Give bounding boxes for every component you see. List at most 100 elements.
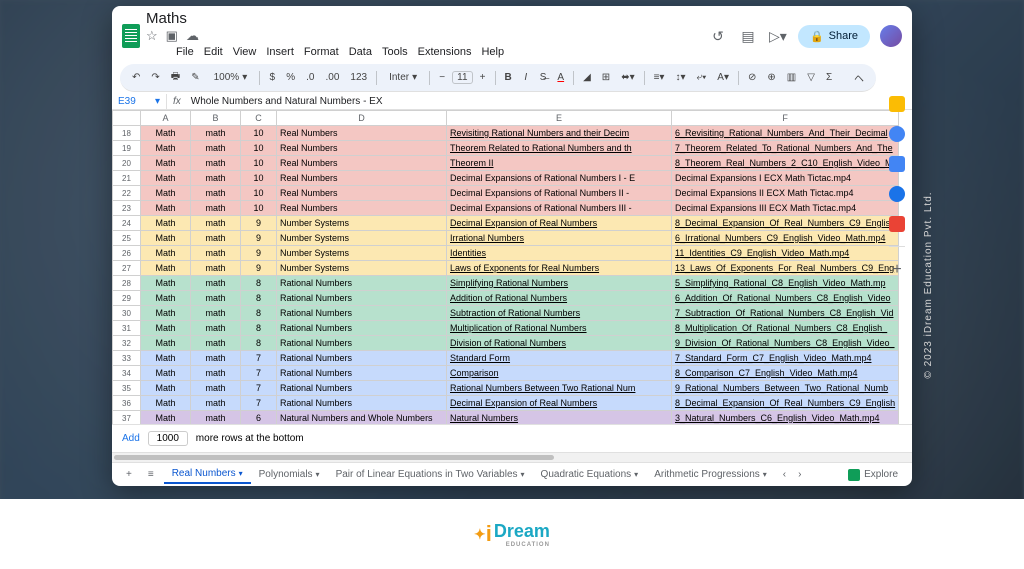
cell[interactable]: Math bbox=[141, 411, 191, 425]
cell[interactable]: Real Numbers bbox=[277, 156, 447, 171]
cell[interactable]: math bbox=[191, 291, 241, 306]
cell[interactable]: 10 bbox=[241, 141, 277, 156]
cell[interactable]: 10 bbox=[241, 156, 277, 171]
dec-decrease-button[interactable]: .0 bbox=[302, 70, 318, 85]
row-header[interactable]: 20 bbox=[113, 156, 141, 171]
cell[interactable]: Number Systems bbox=[277, 246, 447, 261]
sheet-tab[interactable]: Pair of Linear Equations in Two Variable… bbox=[328, 465, 533, 484]
all-sheets-button[interactable]: ≡ bbox=[142, 467, 160, 482]
row-header[interactable]: 35 bbox=[113, 381, 141, 396]
chart-button[interactable]: ▥ bbox=[783, 70, 800, 85]
cell[interactable]: math bbox=[191, 321, 241, 336]
cell[interactable]: 7 bbox=[241, 351, 277, 366]
cell[interactable]: Math bbox=[141, 186, 191, 201]
cell[interactable]: Simplifying Rational Numbers bbox=[447, 276, 672, 291]
rotate-button[interactable]: A▾ bbox=[713, 70, 733, 85]
cell[interactable]: 5_Simplifying_Rational_C8_English_Video_… bbox=[672, 276, 899, 291]
row-header[interactable]: 32 bbox=[113, 336, 141, 351]
cell[interactable]: Decimal Expansions I ECX Math Tictac.mp4 bbox=[672, 171, 899, 186]
cell[interactable]: Rational Numbers bbox=[277, 291, 447, 306]
cell[interactable]: Math bbox=[141, 261, 191, 276]
cell[interactable]: math bbox=[191, 156, 241, 171]
sheets-icon[interactable] bbox=[122, 24, 140, 48]
cell[interactable]: 6_Revisiting_Rational_Numbers_And_Their_… bbox=[672, 126, 899, 141]
tab-nav-right[interactable]: › bbox=[794, 469, 805, 480]
font-minus-button[interactable]: − bbox=[435, 70, 449, 85]
row-header[interactable]: 27 bbox=[113, 261, 141, 276]
cell[interactable]: Irrational Numbers bbox=[447, 231, 672, 246]
cell[interactable]: Math bbox=[141, 381, 191, 396]
percent-button[interactable]: % bbox=[282, 70, 299, 85]
cell[interactable]: Math bbox=[141, 366, 191, 381]
valign-button[interactable]: ↕▾ bbox=[671, 70, 689, 85]
strike-button[interactable]: S̶ bbox=[536, 70, 551, 85]
cell[interactable]: Rational Numbers bbox=[277, 396, 447, 411]
cell[interactable]: Math bbox=[141, 321, 191, 336]
cell[interactable]: math bbox=[191, 261, 241, 276]
cell[interactable]: 8 bbox=[241, 336, 277, 351]
cell[interactable]: 13_Laws_Of_Exponents_For_Real_Numbers_C9… bbox=[672, 261, 899, 276]
share-button[interactable]: 🔒Share bbox=[798, 25, 870, 48]
cell[interactable]: 8 bbox=[241, 276, 277, 291]
cell[interactable]: 8_Multiplication_Of_Rational_Numbers_C8_… bbox=[672, 321, 899, 336]
row-header[interactable]: 18 bbox=[113, 126, 141, 141]
cell[interactable]: Decimal Expansions III ECX Math Tictac.m… bbox=[672, 201, 899, 216]
add-rows-button[interactable]: Add bbox=[122, 433, 140, 444]
menu-insert[interactable]: Insert bbox=[266, 46, 294, 58]
cell[interactable]: Multiplication of Rational Numbers bbox=[447, 321, 672, 336]
cell[interactable]: 9 bbox=[241, 216, 277, 231]
dec-increase-button[interactable]: .00 bbox=[321, 70, 343, 85]
cell[interactable]: 8_Comparison_C7_English_Video_Math.mp4 bbox=[672, 366, 899, 381]
calendar-icon[interactable] bbox=[889, 96, 905, 112]
tasks-icon[interactable] bbox=[889, 156, 905, 172]
add-sheet-button[interactable]: + bbox=[120, 467, 138, 482]
col-header-A[interactable]: A bbox=[141, 111, 191, 126]
cell[interactable]: Revisiting Rational Numbers and their De… bbox=[447, 126, 672, 141]
cell[interactable]: Decimal Expansions of Rational Numbers I… bbox=[447, 186, 672, 201]
cell[interactable]: 7 bbox=[241, 381, 277, 396]
cell[interactable]: Math bbox=[141, 216, 191, 231]
grid[interactable]: ABCDEF18Mathmath10Real NumbersRevisiting… bbox=[112, 110, 912, 424]
cell[interactable]: Decimal Expansion of Real Numbers bbox=[447, 216, 672, 231]
cell[interactable]: Rational Numbers bbox=[277, 276, 447, 291]
cell[interactable]: Math bbox=[141, 141, 191, 156]
cell[interactable]: 10 bbox=[241, 171, 277, 186]
cell[interactable]: math bbox=[191, 126, 241, 141]
sheet-tab[interactable]: Polynomials▾ bbox=[251, 465, 328, 484]
menu-format[interactable]: Format bbox=[304, 46, 339, 58]
cell[interactable]: Identities bbox=[447, 246, 672, 261]
tab-nav-left[interactable]: ‹ bbox=[779, 469, 790, 480]
menu-tools[interactable]: Tools bbox=[382, 46, 408, 58]
doc-title[interactable]: Maths bbox=[146, 10, 187, 27]
cell[interactable]: Decimal Expansions of Rational Numbers I… bbox=[447, 201, 672, 216]
row-header[interactable]: 22 bbox=[113, 186, 141, 201]
cell[interactable]: Number Systems bbox=[277, 261, 447, 276]
cell[interactable]: 10 bbox=[241, 126, 277, 141]
cell[interactable]: Real Numbers bbox=[277, 141, 447, 156]
cell[interactable]: Math bbox=[141, 246, 191, 261]
formula-input[interactable]: Whole Numbers and Natural Numbers - EX bbox=[187, 94, 912, 109]
cell[interactable]: Addition of Rational Numbers bbox=[447, 291, 672, 306]
cell[interactable]: math bbox=[191, 336, 241, 351]
row-header[interactable]: 36 bbox=[113, 396, 141, 411]
cell[interactable]: Math bbox=[141, 126, 191, 141]
cell[interactable]: math bbox=[191, 411, 241, 425]
cell[interactable]: math bbox=[191, 231, 241, 246]
select-all[interactable] bbox=[113, 111, 141, 126]
cell[interactable]: math bbox=[191, 201, 241, 216]
wrap-button[interactable]: ⤶▾ bbox=[692, 70, 710, 85]
cell[interactable]: 8 bbox=[241, 321, 277, 336]
font-select[interactable]: Inter ▾ bbox=[382, 70, 424, 85]
row-header[interactable]: 29 bbox=[113, 291, 141, 306]
history-icon[interactable]: ↺ bbox=[708, 26, 728, 46]
cell[interactable]: Real Numbers bbox=[277, 201, 447, 216]
contacts-icon[interactable] bbox=[889, 186, 905, 202]
cell[interactable]: 9 bbox=[241, 261, 277, 276]
cell[interactable]: Math bbox=[141, 396, 191, 411]
cell[interactable]: math bbox=[191, 141, 241, 156]
cell[interactable]: Rational Numbers bbox=[277, 366, 447, 381]
row-header[interactable]: 37 bbox=[113, 411, 141, 425]
halign-button[interactable]: ≡▾ bbox=[650, 70, 669, 85]
sheet-tab[interactable]: Real Numbers▾ bbox=[164, 465, 251, 484]
row-header[interactable]: 28 bbox=[113, 276, 141, 291]
